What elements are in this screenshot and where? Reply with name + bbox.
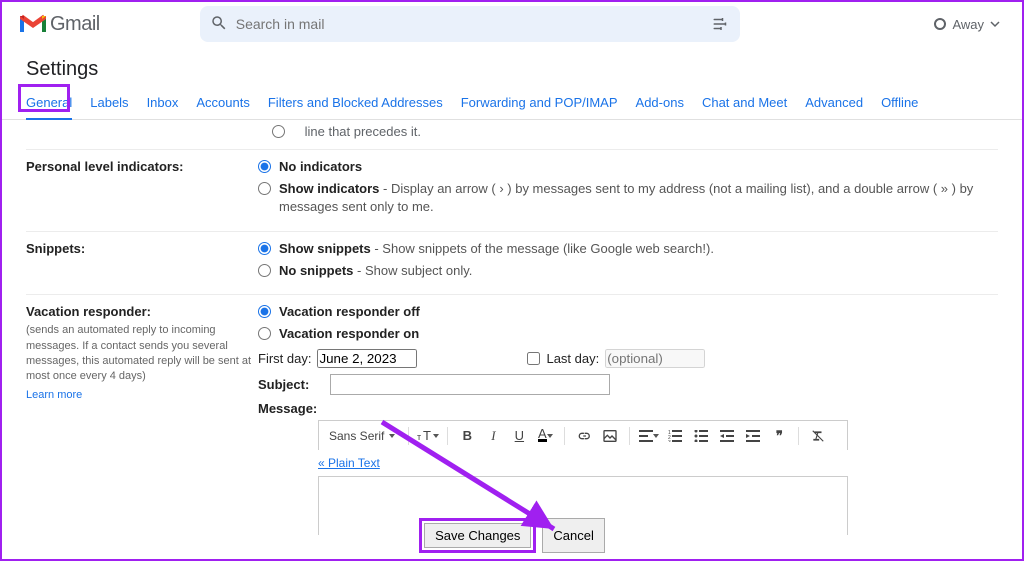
- message-label: Message:: [258, 401, 998, 416]
- text-color-icon[interactable]: A: [534, 425, 556, 447]
- font-size-icon[interactable]: тT: [417, 425, 439, 447]
- vacation-learn-more-link[interactable]: Learn more: [26, 388, 82, 403]
- align-icon[interactable]: [638, 425, 660, 447]
- vacation-off-radio[interactable]: [258, 305, 271, 318]
- tab-chat-meet[interactable]: Chat and Meet: [702, 89, 787, 119]
- header: Gmail Away: [2, 2, 1022, 46]
- tab-inbox[interactable]: Inbox: [147, 89, 179, 119]
- search-icon: [210, 14, 228, 35]
- section-snippets: Snippets: Show snippets - Show snippets …: [26, 231, 998, 294]
- vacation-subtitle: (sends an automated reply to incoming me…: [26, 323, 258, 385]
- svg-text:т: т: [417, 432, 421, 442]
- pli-no-indicators-label: No indicators: [279, 158, 362, 176]
- tab-offline[interactable]: Offline: [881, 89, 918, 119]
- bullet-list-icon[interactable]: [690, 425, 712, 447]
- chevron-down-icon: [990, 17, 1000, 32]
- first-day-input[interactable]: [317, 349, 417, 368]
- presence-status[interactable]: Away: [924, 17, 1010, 32]
- pli-show-indicators-label: Show indicators - Display an arrow ( › )…: [279, 180, 998, 216]
- vacation-off-label: Vacation responder off: [279, 303, 420, 321]
- gmail-logo: Gmail: [20, 13, 100, 36]
- indent-less-icon[interactable]: [716, 425, 738, 447]
- bold-icon[interactable]: B: [456, 425, 478, 447]
- subject-label: Subject:: [258, 377, 322, 392]
- numbered-list-icon[interactable]: 123: [664, 425, 686, 447]
- footer-buttons: Save Changes Cancel: [2, 514, 1022, 553]
- snippets-title: Snippets:: [26, 240, 258, 284]
- last-day-label: Last day:: [546, 351, 599, 366]
- status-away-icon: [934, 18, 946, 30]
- tab-labels[interactable]: Labels: [90, 89, 128, 119]
- plain-text-link[interactable]: « Plain Text: [318, 456, 380, 470]
- last-day-checkbox[interactable]: [527, 352, 540, 365]
- snippets-no-radio[interactable]: [258, 264, 271, 277]
- save-changes-button[interactable]: Save Changes: [424, 523, 531, 548]
- snippets-show-radio[interactable]: [258, 242, 271, 255]
- cutoff-trailing-text: line that precedes it.: [305, 124, 421, 139]
- settings-content: Insert signature before quoted text in r…: [2, 120, 1022, 535]
- vacation-title: Vacation responder:: [26, 304, 151, 319]
- gmail-icon: [20, 14, 46, 34]
- tab-general[interactable]: General: [26, 89, 72, 120]
- svg-text:3: 3: [668, 440, 671, 442]
- page-title: Settings: [2, 46, 1022, 89]
- search-bar[interactable]: [200, 6, 740, 42]
- indent-more-icon[interactable]: [742, 425, 764, 447]
- vacation-on-radio[interactable]: [258, 327, 271, 340]
- section-vacation-responder: Vacation responder: (sends an automated …: [26, 294, 998, 535]
- pli-no-indicators-radio[interactable]: [258, 160, 271, 173]
- vacation-title-block: Vacation responder: (sends an automated …: [26, 303, 258, 535]
- gmail-wordmark: Gmail: [50, 13, 100, 36]
- snippets-show-label: Show snippets - Show snippets of the mes…: [279, 240, 714, 258]
- font-family-select[interactable]: Sans Serif: [325, 429, 400, 443]
- underline-icon[interactable]: U: [508, 425, 530, 447]
- signature-insert-option-cutoff: Insert signature before quoted text in r…: [272, 124, 998, 139]
- highlight-save-button: Save Changes: [419, 518, 536, 553]
- remove-formatting-icon[interactable]: [807, 425, 829, 447]
- quote-icon[interactable]: ❞: [768, 425, 790, 447]
- signature-position-radio[interactable]: [272, 125, 285, 138]
- tab-accounts[interactable]: Accounts: [196, 89, 249, 119]
- rte-toolbar: Sans Serif тT B I U A 123: [318, 420, 848, 450]
- tab-addons[interactable]: Add-ons: [636, 89, 684, 119]
- pli-title: Personal level indicators:: [26, 158, 258, 221]
- link-icon[interactable]: [573, 425, 595, 447]
- first-day-label: First day:: [258, 351, 311, 366]
- settings-tabs: General Labels Inbox Accounts Filters an…: [2, 89, 1022, 120]
- tab-advanced[interactable]: Advanced: [805, 89, 863, 119]
- cancel-button[interactable]: Cancel: [542, 518, 604, 553]
- last-day-input: [605, 349, 705, 368]
- tab-filters[interactable]: Filters and Blocked Addresses: [268, 89, 443, 119]
- svg-text:T: T: [423, 429, 431, 443]
- italic-icon[interactable]: I: [482, 425, 504, 447]
- snippets-no-label: No snippets - Show subject only.: [279, 262, 472, 280]
- vacation-on-label: Vacation responder on: [279, 325, 419, 343]
- search-input[interactable]: [236, 16, 704, 32]
- status-label: Away: [952, 17, 984, 32]
- image-icon[interactable]: [599, 425, 621, 447]
- subject-input[interactable]: [330, 374, 610, 395]
- search-options-icon[interactable]: [712, 15, 730, 33]
- pli-show-indicators-radio[interactable]: [258, 182, 271, 195]
- tab-forwarding[interactable]: Forwarding and POP/IMAP: [461, 89, 618, 119]
- section-personal-level-indicators: Personal level indicators: No indicators…: [26, 149, 998, 231]
